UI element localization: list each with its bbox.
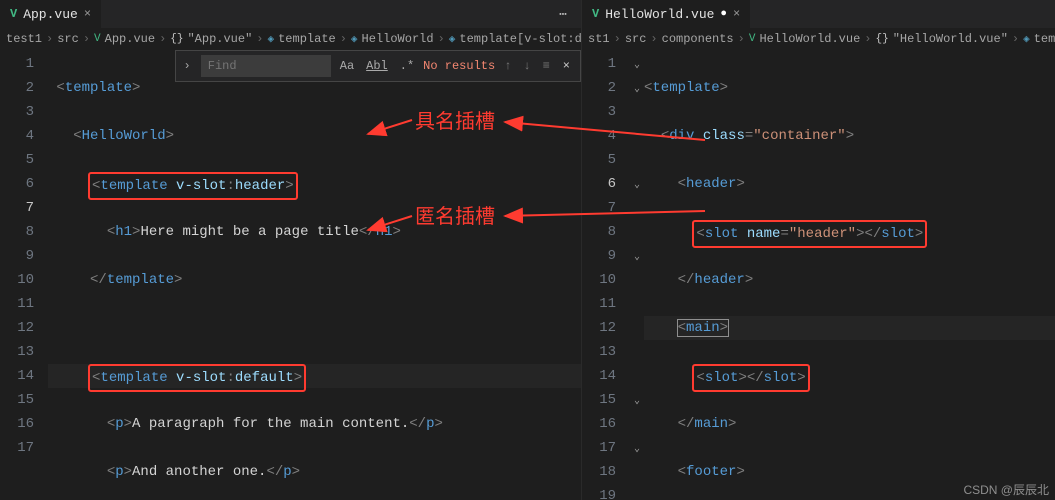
fold-icon[interactable]: ⌄ — [630, 438, 644, 462]
regex-icon[interactable]: .* — [397, 54, 417, 78]
fold-icon[interactable]: ⌄ — [630, 78, 644, 102]
tab-app-vue[interactable]: V App.vue × — [0, 0, 101, 28]
line-gutter: 1234 5678 9101112 13141516 17 — [0, 50, 48, 500]
close-icon[interactable]: × — [733, 7, 740, 21]
modified-dot-icon: ● — [720, 8, 727, 20]
code-area-left[interactable]: <template> <HelloWorld> <template v-slot… — [48, 50, 581, 500]
code-editor-left[interactable]: › Aa Abl .* No results ↑ ↓ ≡ × 1234 5678… — [0, 50, 581, 500]
find-widget: › Aa Abl .* No results ↑ ↓ ≡ × — [175, 50, 581, 82]
find-input[interactable] — [201, 55, 331, 77]
fold-icon[interactable]: ⌄ — [630, 390, 644, 414]
vue-file-icon: V — [10, 7, 17, 21]
fold-icon[interactable]: ⌄ — [630, 174, 644, 198]
next-match-icon[interactable]: ↓ — [520, 54, 533, 78]
tab-filename: HelloWorld.vue — [605, 7, 714, 22]
tab-bar-right: V HelloWorld.vue ● × — [582, 0, 1055, 28]
find-in-selection-icon[interactable]: ≡ — [540, 54, 553, 78]
tab-helloworld-vue[interactable]: V HelloWorld.vue ● × — [582, 0, 750, 28]
breadcrumb-right[interactable]: st1› src› components› VHelloWorld.vue› {… — [582, 28, 1055, 50]
tab-bar-left: V App.vue × ⋯ — [0, 0, 581, 28]
brace-icon: {} — [875, 33, 888, 45]
editor-pane-right: V HelloWorld.vue ● × st1› src› component… — [582, 0, 1055, 500]
vue-file-icon: V — [592, 7, 599, 21]
match-word-icon[interactable]: Abl — [363, 54, 391, 78]
element-icon: ◈ — [267, 32, 274, 46]
element-icon: ◈ — [351, 32, 358, 46]
vue-icon: V — [94, 33, 101, 45]
fold-icon[interactable]: ⌄ — [630, 246, 644, 270]
line-gutter: 1234 5678 9101112 13141516 171819 — [582, 50, 630, 500]
tab-overflow-icon[interactable]: ⋯ — [547, 7, 581, 22]
chevron-right-icon[interactable]: › — [180, 54, 195, 78]
close-icon[interactable]: × — [559, 54, 574, 78]
element-icon: ◈ — [449, 32, 456, 46]
fold-icon[interactable]: ⌄ — [630, 54, 644, 78]
tab-filename: App.vue — [23, 7, 78, 22]
editor-pane-left: V App.vue × ⋯ test1› src› VApp.vue› {}"A… — [0, 0, 582, 500]
match-case-icon[interactable]: Aa — [337, 54, 357, 78]
close-icon[interactable]: × — [84, 7, 91, 21]
code-editor-right[interactable]: 1234 5678 9101112 13141516 171819 ⌄ ⌄ ⌄ … — [582, 50, 1055, 500]
code-area-right[interactable]: <template> <div class="container"> <head… — [644, 50, 1055, 500]
prev-match-icon[interactable]: ↑ — [501, 54, 514, 78]
watermark: CSDN @辰辰北 — [963, 481, 1049, 498]
fold-column: ⌄ ⌄ ⌄ ⌄ ⌄ ⌄ — [630, 50, 644, 500]
find-status: No results — [423, 54, 495, 78]
brace-icon: {} — [170, 33, 183, 45]
element-icon: ◈ — [1023, 32, 1030, 46]
vue-icon: V — [749, 33, 756, 45]
breadcrumb-left[interactable]: test1› src› VApp.vue› {}"App.vue"› ◈temp… — [0, 28, 581, 50]
